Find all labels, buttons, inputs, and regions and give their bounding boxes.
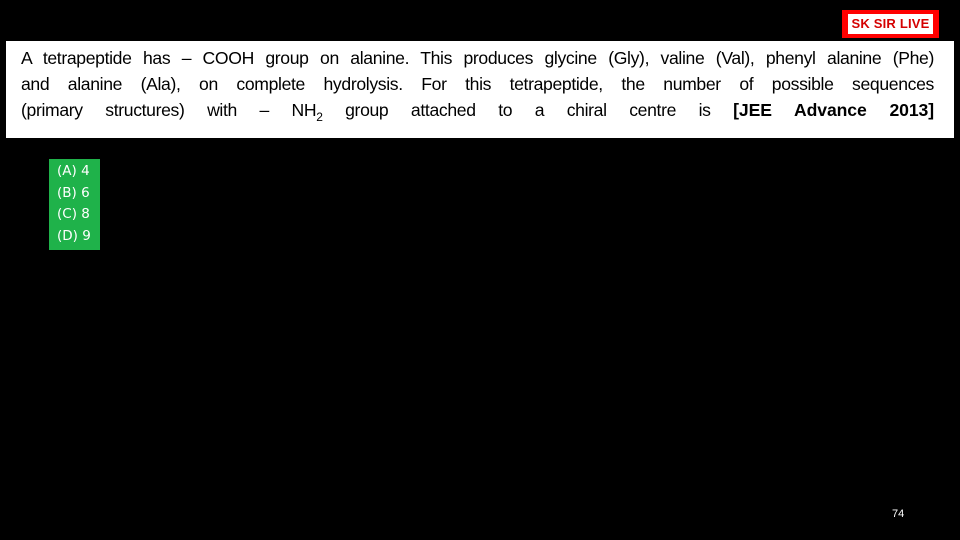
options-box: (A) 4 (B) 6 (C) 8 (D) 9 [49, 159, 100, 250]
question-line-1: A tetrapeptide has – COOH group on alani… [21, 45, 934, 71]
option-c-label: (C) [57, 206, 77, 222]
option-c-value: 8 [81, 206, 90, 222]
question-line-3: (primary structures) with – NH2 group at… [21, 97, 934, 123]
question-line-3-start: (primary structures) with – NH [21, 100, 317, 120]
option-b-label: (B) [57, 184, 77, 201]
question-line-3-text: (primary structures) with – NH2 group at… [21, 100, 711, 123]
option-b-value: 6 [81, 184, 90, 201]
exam-source-tag: [JEE Advance 2013] [733, 100, 934, 120]
question-line-3-end: group attached to a chiral centre is [322, 100, 711, 120]
question-box: A tetrapeptide has – COOH group on alani… [6, 41, 954, 138]
option-d-label: (D) [57, 227, 78, 244]
question-line-2-text: and alanine (Ala), on complete hydrolysi… [21, 74, 934, 94]
question-line-1-text: A tetrapeptide has – COOH group on alani… [21, 48, 934, 68]
brand-label: SK SIR LIVE [848, 14, 933, 34]
option-a[interactable]: (A) 4 [57, 161, 100, 183]
option-a-label: (A) [57, 163, 77, 179]
option-b[interactable]: (B) 6 [57, 183, 100, 205]
page-number: 74 [892, 508, 905, 520]
question-line-2: and alanine (Ala), on complete hydrolysi… [21, 71, 934, 97]
option-d-value: 9 [82, 227, 91, 244]
brand-badge: SK SIR LIVE [842, 10, 939, 38]
option-c[interactable]: (C) 8 [57, 204, 100, 226]
option-d[interactable]: (D) 9 [57, 226, 100, 248]
option-a-value: 4 [81, 163, 90, 179]
